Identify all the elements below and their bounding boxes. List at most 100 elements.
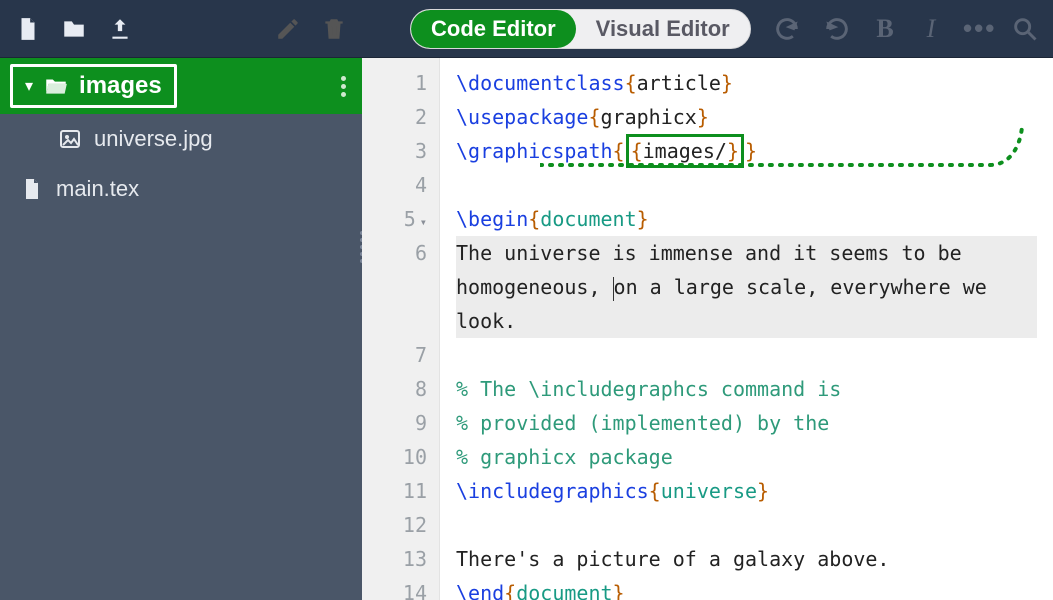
token-cmd: \begin xyxy=(456,207,528,231)
rename-button[interactable] xyxy=(272,13,304,45)
folder-name-label: images xyxy=(79,72,162,100)
token-cmd: \includegraphics xyxy=(456,479,649,503)
line-number: 12 xyxy=(362,508,427,542)
token-text: article xyxy=(637,71,721,95)
redo-button[interactable] xyxy=(821,13,853,45)
folder-row-images[interactable]: ▾ images xyxy=(0,58,362,114)
token-text: graphicx xyxy=(601,105,697,129)
line-number: 3 xyxy=(362,134,427,168)
upload-icon xyxy=(107,16,133,42)
token-brace: { xyxy=(613,139,625,163)
token-text: There's a picture of a galaxy above. xyxy=(456,547,889,571)
search-button[interactable] xyxy=(1009,13,1041,45)
token-brace: } xyxy=(721,71,733,95)
more-button[interactable]: ••• xyxy=(963,13,991,44)
code-line[interactable]: \usepackage{graphicx} xyxy=(456,100,1037,134)
chevron-down-icon: ▾ xyxy=(25,76,33,96)
file-name-label: main.tex xyxy=(56,176,362,202)
token-brace: } xyxy=(745,139,757,163)
line-number: 1 xyxy=(362,66,427,100)
code-line[interactable]: \end{document} xyxy=(456,576,1037,600)
new-file-button[interactable] xyxy=(12,13,44,45)
editor-mode-toggle[interactable]: Code Editor Visual Editor xyxy=(410,9,751,49)
upload-button[interactable] xyxy=(104,13,136,45)
line-number: 7 xyxy=(362,338,427,372)
code-editor[interactable]: 1234567891011121314 \documentclass{artic… xyxy=(362,58,1053,600)
pencil-icon xyxy=(275,16,301,42)
line-number: 4 xyxy=(362,168,427,202)
search-icon xyxy=(1011,15,1039,43)
italic-button[interactable]: I xyxy=(917,14,945,44)
line-number: 13 xyxy=(362,542,427,576)
redo-icon xyxy=(823,15,851,43)
token-comment: % graphicx package xyxy=(456,445,673,469)
graphicspath-highlight: {images/} xyxy=(626,134,744,168)
folder-open-icon xyxy=(43,73,69,99)
file-name-label: universe.jpg xyxy=(94,126,362,152)
code-line[interactable] xyxy=(456,508,1037,542)
token-cmd: \graphicspath xyxy=(456,139,613,163)
trash-icon xyxy=(321,16,347,42)
edit-actions xyxy=(272,13,350,45)
line-number: 2 xyxy=(362,100,427,134)
token-cmd: \documentclass xyxy=(456,71,625,95)
line-number: 14 xyxy=(362,576,427,600)
line-number-gutter: 1234567891011121314 xyxy=(362,58,440,600)
line-number: 10 xyxy=(362,440,427,474)
token-brace: } xyxy=(757,479,769,503)
code-line[interactable]: \documentclass{article} xyxy=(456,66,1037,100)
file-row-main[interactable]: main.tex xyxy=(0,164,362,214)
tab-visual-editor[interactable]: Visual Editor xyxy=(576,10,750,48)
token-brace: } xyxy=(697,105,709,129)
token-comment: % provided (implemented) by the xyxy=(456,411,829,435)
token-brace: } xyxy=(637,207,649,231)
token-brace: { xyxy=(504,581,516,600)
code-line[interactable]: % The \includegraphcs command is xyxy=(456,372,1037,406)
bold-button[interactable]: B xyxy=(871,14,899,44)
app-root: Code Editor Visual Editor B I ••• ▾ xyxy=(0,0,1053,600)
line-number: 11 xyxy=(362,474,427,508)
folder-pill: ▾ images xyxy=(10,64,177,108)
code-line[interactable]: % provided (implemented) by the xyxy=(456,406,1037,440)
token-cmd: \usepackage xyxy=(456,105,588,129)
token-cmd: \end xyxy=(456,581,504,600)
file-actions xyxy=(12,13,136,45)
image-icon xyxy=(58,127,82,151)
file-icon xyxy=(20,177,44,201)
token-brace: { xyxy=(625,71,637,95)
code-line[interactable]: The universe is immense and it seems to … xyxy=(456,236,1037,338)
line-number: 9 xyxy=(362,406,427,440)
file-icon xyxy=(15,16,41,42)
tab-code-editor[interactable]: Code Editor xyxy=(411,10,576,48)
line-number: 6 xyxy=(362,236,427,338)
line-number: 8 xyxy=(362,372,427,406)
code-line[interactable]: \includegraphics{universe} xyxy=(456,474,1037,508)
folder-icon xyxy=(61,16,87,42)
line-number: 5 xyxy=(362,202,427,236)
token-env: universe xyxy=(661,479,757,503)
delete-button[interactable] xyxy=(318,13,350,45)
token-brace: { xyxy=(588,105,600,129)
open-folder-button[interactable] xyxy=(58,13,90,45)
token-env: document xyxy=(540,207,636,231)
main-area: ▾ images universe.jpg main.tex ‹ xyxy=(0,58,1053,600)
code-line[interactable] xyxy=(456,338,1037,372)
folder-menu-button[interactable] xyxy=(341,76,346,97)
code-line[interactable]: There's a picture of a galaxy above. xyxy=(456,542,1037,576)
code-line[interactable]: \graphicspath{{images/}} xyxy=(456,134,1037,168)
code-line[interactable] xyxy=(456,168,1037,202)
token-brace: { xyxy=(649,479,661,503)
token-comment: % The \includegraphcs command is xyxy=(456,377,841,401)
format-actions: B I ••• xyxy=(771,13,1041,45)
token-env: document xyxy=(516,581,612,600)
code-body[interactable]: \documentclass{article}\usepackage{graph… xyxy=(440,58,1053,600)
top-toolbar: Code Editor Visual Editor B I ••• xyxy=(0,0,1053,58)
token-brace: } xyxy=(613,581,625,600)
file-row-universe[interactable]: universe.jpg xyxy=(0,114,362,164)
token-brace: { xyxy=(528,207,540,231)
code-line[interactable]: % graphicx package xyxy=(456,440,1037,474)
code-line[interactable]: \begin{document} xyxy=(456,202,1037,236)
undo-button[interactable] xyxy=(771,13,803,45)
undo-icon xyxy=(773,15,801,43)
file-tree-sidebar: ▾ images universe.jpg main.tex ‹ xyxy=(0,58,362,600)
